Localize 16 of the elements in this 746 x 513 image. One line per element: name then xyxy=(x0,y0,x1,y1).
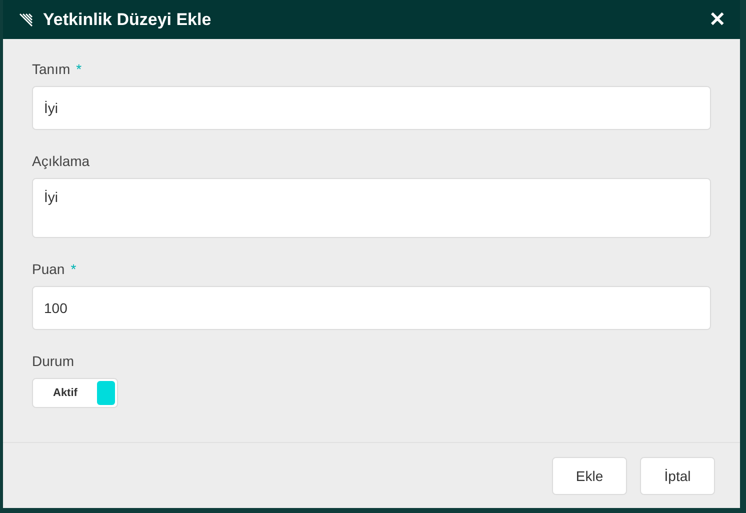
dialog-button[interactable]: İptal xyxy=(640,457,715,495)
text-field[interactable]: İyi xyxy=(32,86,711,130)
field-label: Puan xyxy=(32,260,65,278)
field-label: Tanım xyxy=(32,60,70,78)
status-toggle[interactable]: Aktif xyxy=(32,378,118,408)
stripes-icon xyxy=(19,12,33,26)
dialog-button[interactable]: Ekle xyxy=(552,457,627,495)
dialog-title: Yetkinlik Düzeyi Ekle xyxy=(43,8,212,31)
text-field[interactable]: 100 xyxy=(32,286,711,330)
toggle-knob xyxy=(97,381,115,405)
close-button[interactable]: ✕ xyxy=(709,10,726,30)
text-area[interactable]: İyi xyxy=(32,178,711,238)
field-label: Açıklama xyxy=(32,152,90,171)
field-label: Durum xyxy=(32,352,74,370)
required-mark: * xyxy=(70,260,76,278)
required-mark: * xyxy=(76,60,82,78)
